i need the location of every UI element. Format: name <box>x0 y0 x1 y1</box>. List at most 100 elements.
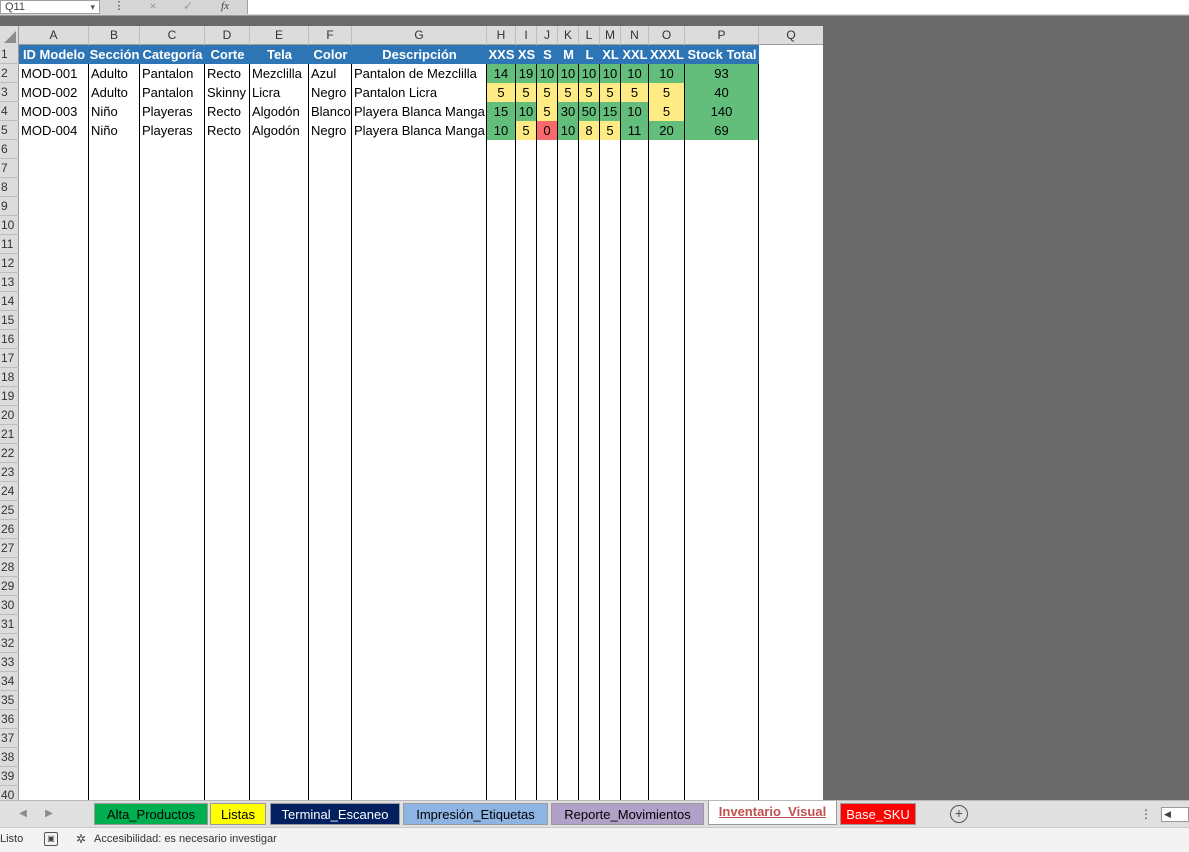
cell-m[interactable]: 30 <box>558 102 578 121</box>
column-header-o[interactable]: O <box>649 26 685 45</box>
cell-s[interactable]: 5 <box>537 102 557 121</box>
cell-categoria[interactable]: Playeras <box>140 121 204 140</box>
worksheet-grid[interactable]: ABCDEFGHIJKLMNOPQ 1 2 3 4 5 6 7 8 9 10 11 12 13 14 15 1… <box>0 26 823 800</box>
row-header-5[interactable]: 5 <box>0 121 19 140</box>
row-header-37[interactable]: 37 <box>0 729 19 748</box>
cell-corte[interactable]: Recto <box>205 102 249 121</box>
row-header-16[interactable]: 16 <box>0 330 19 349</box>
cell-seccion[interactable]: Niño <box>89 102 139 121</box>
prev-sheet-icon[interactable]: ◀ <box>16 806 30 822</box>
row-header-1[interactable]: 1 <box>0 45 19 64</box>
row-header-30[interactable]: 30 <box>0 596 19 615</box>
header-cell-l[interactable]: L <box>579 45 600 64</box>
cell-xxl[interactable]: 10 <box>621 102 648 121</box>
cell-l[interactable]: 8 <box>579 121 599 140</box>
cell-id-modelo[interactable]: MOD-002 <box>19 83 88 102</box>
cell-xl[interactable]: 10 <box>600 64 620 83</box>
enter-check-icon[interactable]: ✓ <box>180 0 196 14</box>
header-cell-color[interactable]: Color <box>309 45 352 64</box>
column-header-m[interactable]: M <box>600 26 621 45</box>
row-header-4[interactable]: 4 <box>0 102 19 121</box>
row-header-23[interactable]: 23 <box>0 463 19 482</box>
header-cell-xl[interactable]: XL <box>600 45 621 64</box>
sheet-tab-listas[interactable]: Listas <box>210 803 266 825</box>
cell-xxxl[interactable]: 5 <box>649 83 684 102</box>
cancel-icon[interactable]: × <box>145 0 161 14</box>
cell-seccion[interactable]: Adulto <box>89 83 139 102</box>
column-header-f[interactable]: F <box>309 26 352 45</box>
cell-xxs[interactable]: 14 <box>487 64 515 83</box>
row-header-40[interactable]: 40 <box>0 786 19 800</box>
cell-corte[interactable]: Recto <box>205 121 249 140</box>
cell-xs[interactable]: 10 <box>516 102 536 121</box>
header-cell-xs[interactable]: XS <box>516 45 537 64</box>
select-all-button[interactable] <box>0 26 19 45</box>
cell-m[interactable]: 5 <box>558 83 578 102</box>
sheet-tab-base-sku[interactable]: Base_SKU <box>840 803 916 825</box>
cell-m[interactable]: 10 <box>558 64 578 83</box>
row-header-35[interactable]: 35 <box>0 691 19 710</box>
row-header-36[interactable]: 36 <box>0 710 19 729</box>
cell-xxxl[interactable]: 20 <box>649 121 684 140</box>
row-header-28[interactable]: 28 <box>0 558 19 577</box>
column-header-a[interactable]: A <box>19 26 89 45</box>
cell-xl[interactable]: 5 <box>600 83 620 102</box>
row-header-25[interactable]: 25 <box>0 501 19 520</box>
cell-xxxl[interactable]: 5 <box>649 102 684 121</box>
row-header-32[interactable]: 32 <box>0 634 19 653</box>
row-header-3[interactable]: 3 <box>0 83 19 102</box>
header-cell-s[interactable]: S <box>537 45 558 64</box>
row-header-6[interactable]: 6 <box>0 140 19 159</box>
row-header-2[interactable]: 2 <box>0 64 19 83</box>
cell-xs[interactable]: 19 <box>516 64 536 83</box>
row-header-8[interactable]: 8 <box>0 178 19 197</box>
cell-area[interactable]: ID Modelo Sección Categoría Corte Tela Color D… <box>19 45 823 800</box>
header-cell-id-modelo[interactable]: ID Modelo <box>19 45 89 64</box>
cell-l[interactable]: 10 <box>579 64 599 83</box>
cell-descripcion[interactable]: Playera Blanca Manga <box>352 121 486 140</box>
cell-m[interactable]: 10 <box>558 121 578 140</box>
cell-corte[interactable]: Skinny <box>205 83 249 102</box>
row-header-38[interactable]: 38 <box>0 748 19 767</box>
header-cell-xxxl[interactable]: XXXL <box>649 45 685 64</box>
row-header-27[interactable]: 27 <box>0 539 19 558</box>
header-cell-categoria[interactable]: Categoría <box>140 45 205 64</box>
cell-id-modelo[interactable]: MOD-003 <box>19 102 88 121</box>
next-sheet-icon[interactable]: ▶ <box>42 806 56 822</box>
add-sheet-icon[interactable]: + <box>950 805 968 823</box>
cell-stock-total[interactable]: 93 <box>685 64 758 83</box>
cell-descripcion[interactable]: Pantalon de Mezclilla <box>352 64 486 83</box>
column-header-e[interactable]: E <box>250 26 309 45</box>
row-header-7[interactable]: 7 <box>0 159 19 178</box>
tab-options-icon[interactable]: ⋮ <box>1140 805 1152 823</box>
cell-tela[interactable]: Algodón <box>250 121 308 140</box>
cell-corte[interactable]: Recto <box>205 64 249 83</box>
row-header-11[interactable]: 11 <box>0 235 19 254</box>
column-header-d[interactable]: D <box>205 26 250 45</box>
sheet-tab-alta-productos[interactable]: Alta_Productos <box>94 803 208 825</box>
column-header-c[interactable]: C <box>140 26 205 45</box>
cell-xxs[interactable]: 15 <box>487 102 515 121</box>
cell-s[interactable]: 5 <box>537 83 557 102</box>
cell-seccion[interactable]: Niño <box>89 121 139 140</box>
macro-recorder-icon[interactable]: ▣ <box>44 832 58 846</box>
horizontal-scrollbar[interactable]: ◀ <box>1161 807 1189 822</box>
scroll-left-icon[interactable]: ◀ <box>1164 808 1171 821</box>
column-header-h[interactable]: H <box>487 26 516 45</box>
header-cell-corte[interactable]: Corte <box>205 45 250 64</box>
cell-tela[interactable]: Algodón <box>250 102 308 121</box>
sheet-tab-inventario-visual[interactable]: Inventario_Visual <box>708 801 837 825</box>
row-header-14[interactable]: 14 <box>0 292 19 311</box>
row-header-21[interactable]: 21 <box>0 425 19 444</box>
column-header-q[interactable]: Q <box>759 26 823 45</box>
cell-color[interactable]: Blanco <box>309 102 351 121</box>
column-header-b[interactable]: B <box>89 26 140 45</box>
cell-s[interactable]: 0 <box>537 121 557 140</box>
row-header-39[interactable]: 39 <box>0 767 19 786</box>
cell-xxl[interactable]: 10 <box>621 64 648 83</box>
more-options-icon[interactable]: ⋮ <box>112 0 126 14</box>
header-cell-stock-total[interactable]: Stock Total <box>685 45 759 64</box>
insert-function-icon[interactable]: fx <box>216 0 234 14</box>
cell-xs[interactable]: 5 <box>516 83 536 102</box>
row-header-15[interactable]: 15 <box>0 311 19 330</box>
